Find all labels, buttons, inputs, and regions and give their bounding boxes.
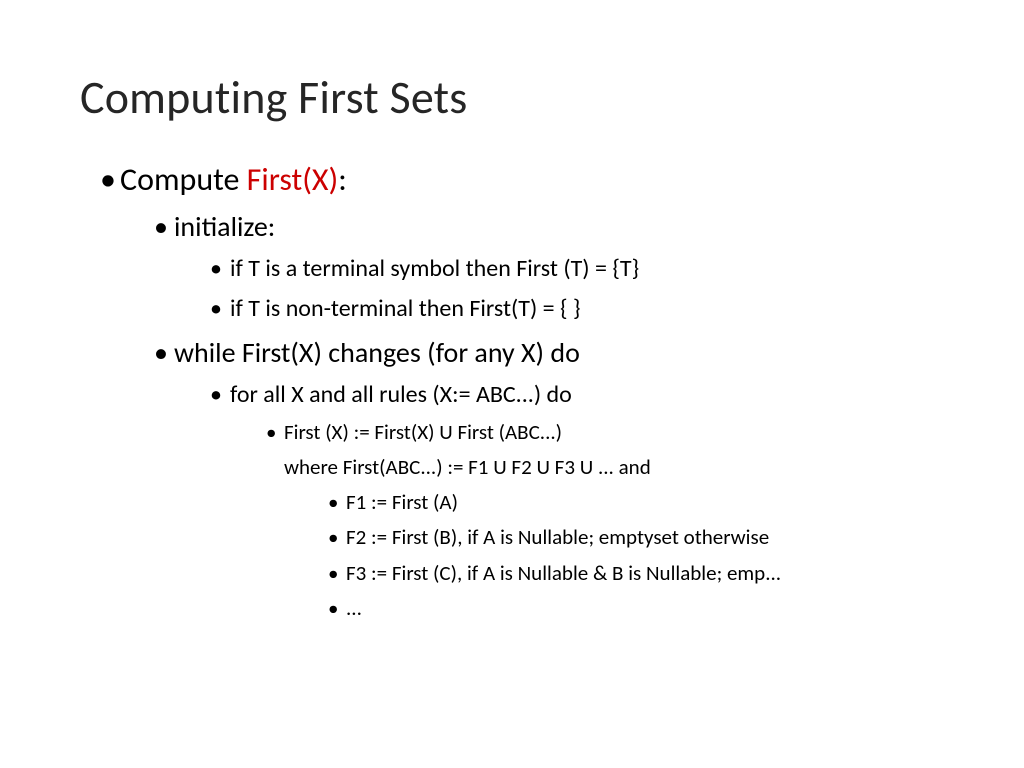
f2-item: F2 := First (B), if A is Nullable; empty… xyxy=(328,522,964,552)
forall-item: for all X and all rules (X:= ABC...) do … xyxy=(210,378,964,623)
firstx-highlight: First(X) xyxy=(247,160,339,199)
bullet-list-lvl3-init: if T is a terminal symbol then First (T)… xyxy=(174,252,964,327)
bullet-list-lvl5: F1 := First (A) F2 := First (B), if A is… xyxy=(284,487,964,624)
while-label: while First(X) changes (for any X) do xyxy=(174,335,580,370)
f1-item: F1 := First (A) xyxy=(328,487,964,517)
f3-item: F3 := First (C), if A is Nullable & B is… xyxy=(328,558,964,588)
bullet-list-lvl3-while: for all X and all rules (X:= ABC...) do … xyxy=(174,378,964,623)
slide: Computing First Sets Compute First(X): i… xyxy=(0,0,1024,660)
init-terminal-item: if T is a terminal symbol then First (T)… xyxy=(210,252,964,287)
dots-item: ... xyxy=(328,593,964,623)
bullet-list-lvl2: initialize: if T is a terminal symbol th… xyxy=(120,207,964,623)
where-clause-item: where First(ABC...) := F1 U F2 U F3 U ..… xyxy=(266,452,964,623)
initialize-label: initialize: xyxy=(174,209,275,244)
compute-suffix: : xyxy=(338,160,347,199)
where-clause-text: where First(ABC...) := F1 U F2 U F3 U ..… xyxy=(284,454,651,480)
compute-prefix: Compute xyxy=(120,160,247,199)
firstx-union-item: First (X) := First(X) U First (ABC...) xyxy=(266,417,964,447)
init-nonterminal-item: if T is non-terminal then First(T) = { } xyxy=(210,292,964,327)
slide-title: Computing First Sets xyxy=(80,70,964,126)
initialize-item: initialize: if T is a terminal symbol th… xyxy=(154,207,964,327)
bullet-list-lvl1: Compute First(X): initialize: if T is a … xyxy=(80,158,964,624)
while-item: while First(X) changes (for any X) do fo… xyxy=(154,333,964,624)
forall-label: for all X and all rules (X:= ABC...) do xyxy=(230,380,572,409)
bullet-list-lvl4: First (X) := First(X) U First (ABC...) w… xyxy=(230,417,964,624)
compute-firstx-item: Compute First(X): initialize: if T is a … xyxy=(100,158,964,624)
